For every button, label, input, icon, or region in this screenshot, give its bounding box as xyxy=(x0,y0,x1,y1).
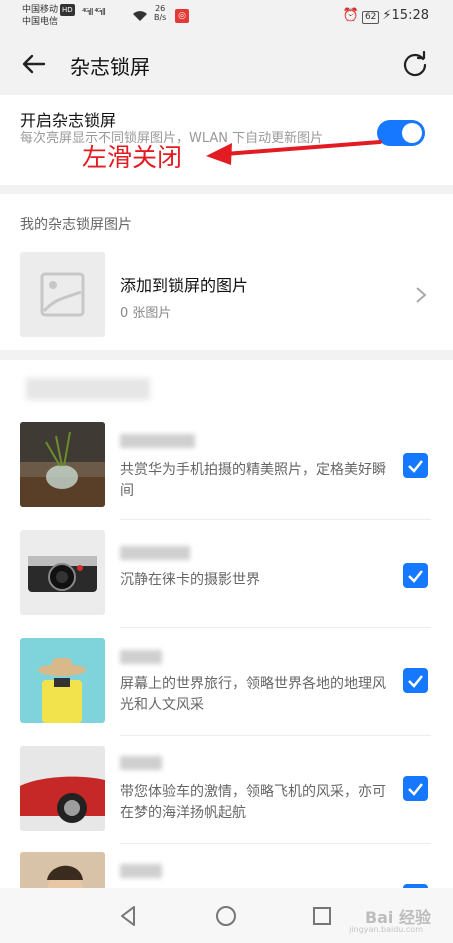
clock: 15:28 xyxy=(391,8,429,23)
nav-home-icon[interactable] xyxy=(213,903,239,929)
magazine-toggle-switch[interactable] xyxy=(377,120,425,146)
page-title: 杂志锁屏 xyxy=(70,55,150,79)
divider xyxy=(120,735,431,736)
section-label: 我的杂志锁屏图片 xyxy=(20,217,132,233)
chevron-right-icon xyxy=(416,287,427,303)
blurred-name xyxy=(120,546,190,560)
wifi-icon xyxy=(133,11,147,21)
carrier-1: 中国移动 xyxy=(22,5,59,15)
alarm-icon: ⏰ xyxy=(342,8,359,23)
watermark-url: jingyan.baidu.com xyxy=(349,925,423,934)
thumbnail-car xyxy=(20,746,105,831)
checkbox-checked-icon[interactable] xyxy=(403,453,428,478)
battery-icon: 62 xyxy=(361,11,380,24)
hd-badge: HD xyxy=(60,4,75,16)
channel-description: 屏幕上的世界旅行，领略世界各地的地理风光和人文风采 xyxy=(120,676,386,713)
divider xyxy=(120,843,431,844)
divider xyxy=(120,519,431,520)
list-item[interactable]: 沉静在徕卡的摄影世界 xyxy=(0,526,453,634)
blurred-name xyxy=(120,434,195,448)
add-pictures-title: 添加到锁屏的图片 xyxy=(120,276,249,295)
blurred-section-header xyxy=(26,378,150,400)
magazine-toggle-card: 开启杂志锁屏 每次亮屏显示不同锁屏图片，WLAN 下自动更新图片 xyxy=(0,95,453,185)
picture-count: 0 张图片 xyxy=(120,306,172,321)
nav-back-icon[interactable] xyxy=(116,903,142,929)
system-nav-bar: Bai 经验 jingyan.baidu.com xyxy=(0,888,453,943)
channel-description: 共赏华为手机拍摄的精美照片，定格美好瞬间 xyxy=(120,462,386,499)
image-icon xyxy=(40,272,85,317)
checkbox-checked-icon[interactable] xyxy=(403,563,428,588)
add-pictures-row[interactable]: 添加到锁屏的图片 0 张图片 xyxy=(0,250,453,340)
list-item[interactable] xyxy=(0,850,453,890)
my-pictures-card: 我的杂志锁屏图片 添加到锁屏的图片 0 张图片 xyxy=(0,194,453,350)
list-item[interactable]: 共赏华为手机拍摄的精美照片，定格美好瞬间 xyxy=(0,418,453,526)
nav-recents-icon[interactable] xyxy=(309,903,335,929)
toggle-title: 开启杂志锁屏 xyxy=(20,111,117,130)
refresh-icon[interactable] xyxy=(399,48,431,80)
list-item[interactable]: 带您体验车的激情，领略飞机的风采，亦可在梦的海洋扬帆起航 xyxy=(0,742,453,850)
thumbnail-travel xyxy=(20,638,105,723)
thumbnail-tea xyxy=(20,422,105,507)
signal-icon: ⁴ᴳıll ⁴ᴳıll xyxy=(82,8,106,18)
toggle-description: 每次亮屏显示不同锁屏图片，WLAN 下自动更新图片 xyxy=(20,131,324,146)
back-arrow-icon[interactable] xyxy=(18,48,50,80)
app-bar: 杂志锁屏 xyxy=(0,36,453,92)
charging-icon: ⚡ xyxy=(382,8,392,23)
notification-app-icon: ◎ xyxy=(175,9,189,23)
thumbnail-camera xyxy=(20,530,105,615)
status-bar: 中国移动 HD 中国电信 ⁴ᴳıll ⁴ᴳıll 26 B/s ◎ ⏰ 62 ⚡15:… xyxy=(0,0,453,36)
thumbnail-portrait xyxy=(20,852,105,890)
divider xyxy=(120,627,431,628)
blurred-name xyxy=(120,756,162,770)
channel-description: 沉静在徕卡的摄影世界 xyxy=(120,572,260,588)
checkbox-checked-icon[interactable] xyxy=(403,668,428,693)
checkbox-checked-icon[interactable] xyxy=(403,776,428,801)
carrier-2: 中国电信 xyxy=(22,17,59,27)
blurred-name xyxy=(120,650,162,664)
blurred-name xyxy=(120,864,162,878)
channels-card: 共赏华为手机拍摄的精美照片，定格美好瞬间 沉静在徕卡的摄影世界 屏幕上的世界旅行… xyxy=(0,360,453,890)
carrier-info: 中国移动 HD 中国电信 xyxy=(22,4,75,28)
annotation-text: 左滑关闭 xyxy=(82,143,183,172)
channel-description: 带您体验车的激情，领略飞机的风采，亦可在梦的海洋扬帆起航 xyxy=(120,784,386,821)
status-right: ⏰ 62 ⚡15:28 xyxy=(343,8,429,24)
network-speed: 26 B/s xyxy=(154,4,167,22)
list-item[interactable]: 屏幕上的世界旅行，领略世界各地的地理风光和人文风采 xyxy=(0,634,453,742)
image-placeholder xyxy=(20,252,105,337)
